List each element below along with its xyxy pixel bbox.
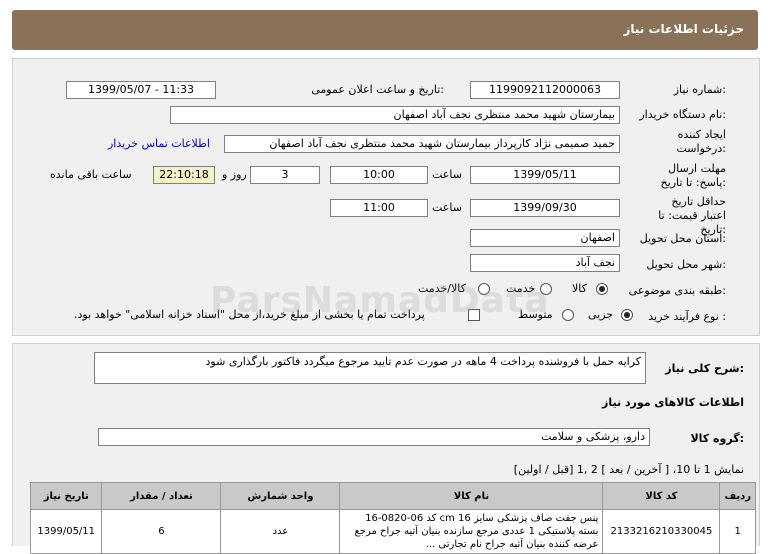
row-unit: عدد	[220, 509, 341, 554]
days-field[interactable]: 3	[250, 166, 320, 184]
page-title: جزئیات اطلاعات نیاز	[623, 22, 744, 36]
city-field[interactable]: نجف آباد	[470, 254, 620, 272]
table-row[interactable]: 1 2133216210330045 پنس جفت صاف پزشکی سای…	[29, 509, 756, 554]
creator-label: ایجاد کننده درخواست:	[676, 128, 727, 155]
title-bar: جزئیات اطلاعات نیاز	[12, 10, 758, 50]
category-radio-goods[interactable]	[596, 283, 608, 295]
validity-time-label: ساعت	[432, 201, 462, 214]
validity-date-field[interactable]: 1399/09/30	[470, 199, 620, 217]
watermark-text: ParsNamadData	[210, 280, 550, 321]
col-qty: تعداد / مقدار	[101, 482, 222, 510]
announce-date-field[interactable]: 1399/05/07 - 11:33	[66, 81, 216, 99]
col-name: نام کالا	[339, 482, 604, 510]
goods-group-label: گروه کالا:	[690, 432, 744, 445]
description-label: شرح کلی نیاز:	[665, 362, 744, 375]
validity-label: حداقل تاریخ اعتبار قیمت: تا تاریخ:	[658, 195, 726, 236]
row-code: 2133216210330045	[602, 509, 721, 554]
buyer-label: نام دستگاه خریدار:	[639, 108, 726, 121]
col-unit: واحد شمارش	[220, 482, 341, 510]
creator-field[interactable]: حمید صمیمی نژاد کارپرداز بیمارستان شهید …	[224, 135, 620, 153]
category-label: طبقه بندی موضوعی:	[628, 284, 726, 297]
row-qty: 6	[101, 509, 222, 554]
deadline-label: مهلت ارسال پاسخ: تا تاریخ:	[660, 162, 726, 189]
announce-date-label: تاریخ و ساعت اعلان عمومی:	[311, 83, 444, 96]
col-code: کد کالا	[602, 482, 721, 510]
col-date: تاریخ نیاز	[29, 482, 103, 510]
goods-section-title: اطلاعات کالاهای مورد نیاز	[602, 396, 744, 409]
deadline-date-field[interactable]: 1399/05/11	[470, 166, 620, 184]
validity-time-field[interactable]: 11:00	[330, 199, 428, 217]
days-label: روز و	[222, 168, 247, 181]
city-label: شهر محل تحویل:	[646, 258, 726, 271]
process-option-minor: جزیی	[588, 308, 614, 321]
deadline-time-label: ساعت	[432, 168, 462, 181]
goods-table: ردیف کد کالا نام کالا واحد شمارش تعداد /…	[29, 482, 756, 554]
category-option-goods: کالا	[572, 282, 587, 295]
pagination[interactable]: نمایش 1 تا 10، [ آخرین / بعد ] 2 ,1 [قبل…	[514, 463, 744, 476]
remaining-time-field: 22:10:18	[153, 166, 215, 184]
process-label: نوع فرآیند خرید :	[648, 310, 726, 323]
remaining-label: ساعت باقی مانده	[50, 168, 132, 181]
row-name: پنس جفت صاف پزشکی سایز 16 cm کد 06-0820-…	[339, 509, 604, 554]
row-date: 1399/05/11	[29, 509, 103, 554]
goods-group-field[interactable]: دارو، پزشکی و سلامت	[98, 428, 650, 446]
description-field[interactable]: کرایه حمل با فروشنده پرداخت 4 ماهه در صو…	[94, 352, 646, 384]
need-number-field[interactable]: 1199092112000063	[470, 81, 620, 99]
deadline-time-field[interactable]: 10:00	[330, 166, 428, 184]
table-header-row: ردیف کد کالا نام کالا واحد شمارش تعداد /…	[29, 482, 756, 510]
province-field[interactable]: اصفهان	[470, 229, 620, 247]
process-radio-minor[interactable]	[621, 309, 633, 321]
col-index: ردیف	[719, 482, 756, 510]
buyer-field[interactable]: بیمارستان شهید محمد منتظری نجف آباد اصفه…	[170, 106, 620, 124]
need-number-label: شماره نیاز:	[673, 83, 726, 96]
row-index: 1	[719, 509, 756, 554]
buyer-contact-link[interactable]: اطلاعات تماس خریدار	[108, 137, 210, 150]
province-label: استان محل تحویل:	[639, 232, 726, 245]
process-radio-medium[interactable]	[562, 309, 574, 321]
